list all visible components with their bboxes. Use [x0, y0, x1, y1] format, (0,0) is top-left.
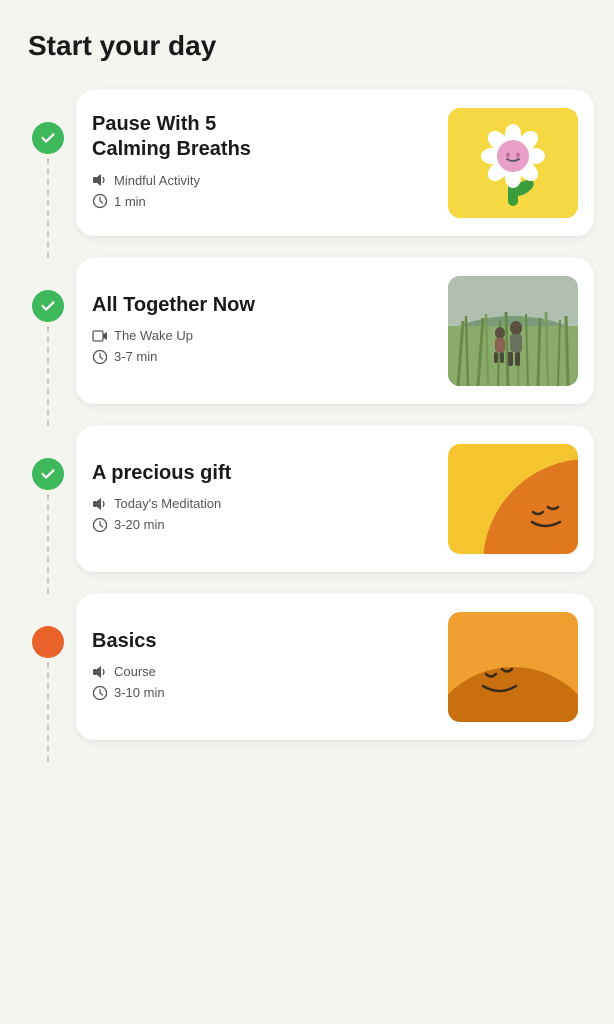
video-icon-2: [92, 328, 108, 344]
card-content-4: Basics Course 3-10 min: [92, 629, 448, 706]
page-title: Start your day: [28, 30, 594, 62]
completed-indicator-1: [32, 122, 64, 154]
card-image-sun: [448, 444, 578, 554]
card-duration-3: 3-20 min: [92, 517, 436, 533]
current-indicator-4: [32, 626, 64, 658]
card-category-1: Mindful Activity: [92, 172, 436, 188]
card-title-1: Pause With 5 Calming Breaths: [92, 112, 436, 162]
card-duration-2: 3-7 min: [92, 349, 436, 365]
timeline-item-2[interactable]: All Together Now The Wake Up 3-7 min: [20, 258, 594, 426]
timeline-item-4[interactable]: Basics Course 3-10 min: [20, 594, 594, 762]
clock-icon-4: [92, 685, 108, 701]
card-basics[interactable]: Basics Course 3-10 min: [76, 594, 594, 740]
card-image-photo: [448, 276, 578, 386]
connector-line-4: [47, 662, 49, 762]
clock-icon-2: [92, 349, 108, 365]
timeline-list: Pause With 5 Calming Breaths Mindful Act…: [20, 90, 594, 762]
volume-icon-1: [92, 172, 108, 188]
clock-icon-3: [92, 517, 108, 533]
connector-line-2: [47, 326, 49, 426]
timeline-item-1[interactable]: Pause With 5 Calming Breaths Mindful Act…: [20, 90, 594, 258]
clock-icon-1: [92, 193, 108, 209]
card-image-basics: [448, 612, 578, 722]
completed-indicator-3: [32, 458, 64, 490]
nature-scene: [448, 276, 578, 386]
card-pause-with-5[interactable]: Pause With 5 Calming Breaths Mindful Act…: [76, 90, 594, 236]
card-duration-1: 1 min: [92, 193, 436, 209]
timeline-item-3[interactable]: A precious gift Today's Meditation: [20, 426, 594, 594]
completed-indicator-2: [32, 290, 64, 322]
card-content-3: A precious gift Today's Meditation: [92, 461, 448, 538]
connector-line-1: [47, 158, 49, 258]
card-category-4: Course: [92, 664, 436, 680]
card-category-3: Today's Meditation: [92, 496, 436, 512]
basics-illustration: [448, 612, 578, 722]
card-content-2: All Together Now The Wake Up 3-7 min: [92, 293, 448, 370]
sun-illustration: [448, 444, 578, 554]
card-category-2: The Wake Up: [92, 328, 436, 344]
volume-icon-3: [92, 496, 108, 512]
card-all-together-now[interactable]: All Together Now The Wake Up 3-7 min: [76, 258, 594, 404]
flower-illustration: [468, 116, 558, 211]
card-content-1: Pause With 5 Calming Breaths Mindful Act…: [92, 112, 448, 214]
card-title-4: Basics: [92, 629, 436, 654]
card-title-3: A precious gift: [92, 461, 436, 486]
card-image-flower: [448, 108, 578, 218]
card-precious-gift[interactable]: A precious gift Today's Meditation: [76, 426, 594, 572]
card-title-2: All Together Now: [92, 293, 436, 318]
connector-line-3: [47, 494, 49, 594]
volume-icon-4: [92, 664, 108, 680]
card-duration-4: 3-10 min: [92, 685, 436, 701]
